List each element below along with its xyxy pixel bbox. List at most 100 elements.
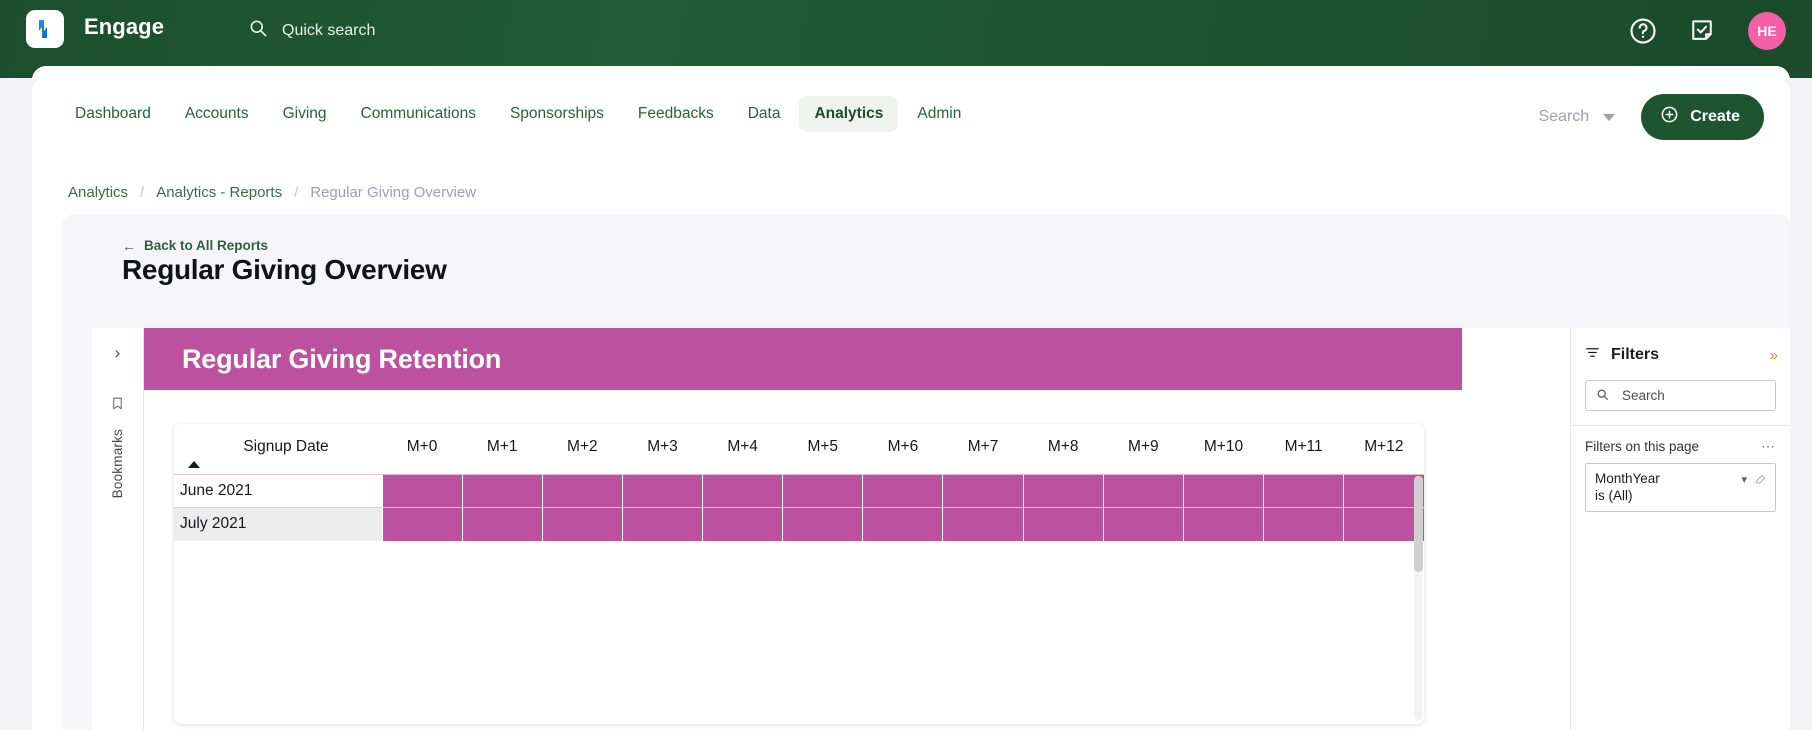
column-header-m6[interactable]: M+6 [862, 424, 943, 475]
chevrons-right-icon[interactable]: » [1770, 347, 1778, 364]
search-dropdown[interactable]: Search [1538, 108, 1616, 126]
column-header-m10[interactable]: M+10 [1183, 424, 1264, 475]
matrix-cell[interactable] [1102, 507, 1184, 541]
filter-card-monthyear[interactable]: MonthYear is (All) ▾ [1585, 463, 1776, 512]
table-row[interactable]: July 2021 [174, 507, 1424, 541]
search-icon [248, 18, 268, 43]
column-header-m9[interactable]: M+9 [1103, 424, 1184, 475]
matrix-cell[interactable] [621, 474, 703, 508]
arrow-left-icon: ← [122, 237, 136, 254]
matrix-cell[interactable] [1182, 507, 1264, 541]
nav-item-analytics[interactable]: Analytics [799, 96, 899, 132]
column-header-label: Signup Date [243, 438, 329, 455]
ellipsis-icon[interactable]: ⋯ [1761, 439, 1776, 454]
matrix-cell[interactable] [942, 507, 1024, 541]
bookmarks-rail-label: Bookmarks [110, 429, 125, 499]
matrix-body: June 2021 July 2021 [174, 474, 1424, 541]
nav-item-feedbacks[interactable]: Feedbacks [623, 96, 729, 132]
nav-item-accounts[interactable]: Accounts [170, 96, 264, 132]
nav-item-list: Dashboard Accounts Giving Communications… [60, 96, 976, 132]
table-row[interactable]: June 2021 [174, 474, 1424, 508]
nav-item-dashboard[interactable]: Dashboard [60, 96, 166, 132]
pulse-logo-icon [33, 17, 57, 41]
filters-pane-header: Filters » [1571, 328, 1790, 380]
matrix-cell[interactable] [1343, 507, 1424, 541]
matrix-cell[interactable] [381, 507, 463, 541]
matrix-cell[interactable] [461, 474, 543, 508]
column-header-m11[interactable]: M+11 [1263, 424, 1344, 475]
app-logo[interactable] [26, 10, 64, 48]
column-header-m8[interactable]: M+8 [1023, 424, 1104, 475]
matrix-vertical-scrollbar[interactable] [1414, 476, 1423, 720]
avatar[interactable]: HE [1748, 12, 1786, 50]
matrix-cell[interactable] [621, 507, 703, 541]
powerbi-report-frame: › Bookmarks Regular Giving Retention Sig… [92, 328, 1790, 730]
visual-banner-title: Regular Giving Retention [182, 343, 502, 374]
matrix-cell[interactable] [541, 474, 623, 508]
retention-matrix-table: Signup Date M+0 M+1 M+2 M+3 M+4 M+5 M+6 [174, 424, 1424, 541]
note-check-icon[interactable] [1688, 16, 1718, 46]
quick-search-input[interactable]: Quick search [248, 18, 375, 43]
column-header-m0[interactable]: M+0 [382, 424, 463, 475]
column-header-m12[interactable]: M+12 [1343, 424, 1424, 475]
quick-search-label: Quick search [282, 21, 376, 39]
matrix-cell[interactable] [1102, 474, 1184, 508]
filters-search-input[interactable]: Search [1585, 380, 1776, 411]
matrix-cell[interactable] [862, 474, 943, 508]
matrix-cell[interactable] [782, 507, 863, 541]
matrix-cell[interactable] [381, 474, 463, 508]
filters-section-header: Filters on this page ⋯ [1571, 426, 1790, 463]
matrix-cell[interactable] [541, 507, 623, 541]
nav-item-sponsorships[interactable]: Sponsorships [495, 96, 619, 132]
nav-item-data[interactable]: Data [733, 96, 796, 132]
matrix-cell[interactable] [1022, 507, 1104, 541]
retention-matrix-visual[interactable]: Signup Date M+0 M+1 M+2 M+3 M+4 M+5 M+6 [174, 424, 1424, 724]
column-header-m5[interactable]: M+5 [782, 424, 863, 475]
report-content-area: ← Back to All Reports Regular Giving Ove… [62, 214, 1790, 730]
back-link-label: Back to All Reports [144, 238, 269, 253]
matrix-cell[interactable] [702, 474, 783, 508]
column-header-m1[interactable]: M+1 [462, 424, 543, 475]
matrix-cell[interactable] [1263, 474, 1344, 508]
filters-section-label: Filters on this page [1585, 439, 1700, 454]
column-header-signup-date[interactable]: Signup Date [174, 424, 382, 475]
filter-icon [1585, 345, 1600, 365]
matrix-cell[interactable] [862, 507, 943, 541]
chevron-right-icon[interactable]: › [115, 344, 121, 361]
matrix-cell[interactable] [1343, 474, 1424, 508]
nav-item-giving[interactable]: Giving [268, 96, 342, 132]
breadcrumb-item-current: Regular Giving Overview [310, 184, 477, 201]
sort-ascending-triangle-icon[interactable] [188, 461, 200, 468]
filters-pane-title: Filters [1611, 346, 1660, 363]
back-to-all-reports-link[interactable]: ← Back to All Reports [122, 238, 447, 253]
matrix-cell[interactable] [1022, 474, 1104, 508]
column-header-m4[interactable]: M+4 [702, 424, 783, 475]
report-header: ← Back to All Reports Regular Giving Ove… [122, 238, 447, 286]
column-header-m3[interactable]: M+3 [622, 424, 703, 475]
help-circle-icon[interactable] [1628, 16, 1658, 46]
app-brand-name: Engage [84, 14, 165, 39]
column-header-m7[interactable]: M+7 [942, 424, 1024, 475]
filters-search-placeholder: Search [1622, 388, 1665, 403]
matrix-cell[interactable] [782, 474, 863, 508]
matrix-cell[interactable] [1263, 507, 1344, 541]
search-dropdown-label: Search [1538, 108, 1590, 125]
create-button[interactable]: Create [1641, 94, 1764, 140]
visual-banner: Regular Giving Retention [144, 328, 1462, 390]
nav-item-communications[interactable]: Communications [346, 96, 491, 132]
nav-right-actions: Search Create [1538, 94, 1764, 140]
eraser-icon[interactable] [1754, 473, 1767, 491]
matrix-cell[interactable] [942, 474, 1024, 508]
matrix-cell[interactable] [461, 507, 543, 541]
search-icon [1596, 388, 1609, 404]
bookmark-icon[interactable] [110, 395, 125, 417]
matrix-cell[interactable] [1182, 474, 1264, 508]
breadcrumb-item-analytics[interactable]: Analytics [68, 184, 128, 201]
matrix-cell[interactable] [702, 507, 783, 541]
nav-item-admin[interactable]: Admin [902, 96, 976, 132]
matrix-header: Signup Date M+0 M+1 M+2 M+3 M+4 M+5 M+6 [174, 424, 1424, 475]
breadcrumb-item-analytics-reports[interactable]: Analytics - Reports [156, 184, 282, 201]
chevron-down-icon[interactable]: ▾ [1741, 473, 1747, 486]
main-navigation-bar: Dashboard Accounts Giving Communications… [32, 66, 1790, 152]
column-header-m2[interactable]: M+2 [542, 424, 623, 475]
